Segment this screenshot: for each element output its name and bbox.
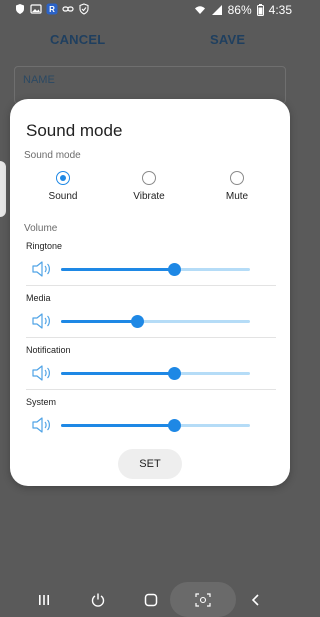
speaker-icon[interactable] xyxy=(31,364,51,382)
volume-system-label: System xyxy=(26,397,57,407)
edge-panel-handle[interactable] xyxy=(0,161,6,217)
radio-option-mute[interactable]: Mute xyxy=(202,171,272,211)
radio-sound[interactable] xyxy=(56,171,70,185)
back-icon xyxy=(251,593,259,606)
divider xyxy=(26,389,276,390)
speaker-icon[interactable] xyxy=(31,260,51,278)
home-icon xyxy=(144,593,158,606)
recents-icon xyxy=(39,594,49,605)
wifi-icon xyxy=(194,6,205,14)
radio-option-sound[interactable]: Sound xyxy=(28,171,98,211)
volume-media-label: Media xyxy=(26,293,51,303)
r-app-icon: R xyxy=(46,3,58,15)
volume-ringtone-label: Ringtone xyxy=(26,241,63,251)
volume-system-slider[interactable] xyxy=(61,419,250,432)
divider xyxy=(26,337,276,338)
volume-ringtone-thumb[interactable] xyxy=(168,263,182,276)
volume-system: System xyxy=(10,397,290,447)
shield-icon xyxy=(16,4,24,14)
power-icon xyxy=(91,593,105,607)
cancel-button[interactable]: CANCEL xyxy=(50,32,105,47)
volume-media-thumb[interactable] xyxy=(130,315,144,328)
screen-capture-button[interactable] xyxy=(183,582,223,617)
volume-ringtone-fill xyxy=(61,268,175,271)
radio-sound-label: Sound xyxy=(48,191,78,202)
screen: R 86% 4:35 CANCEL SAVE NAME Sound mode S… xyxy=(0,0,300,617)
battery-percent: 86% xyxy=(227,3,252,17)
volume-notification-fill xyxy=(61,372,175,375)
radio-option-vibrate[interactable]: Vibrate xyxy=(114,171,184,211)
background-appbar: CANCEL SAVE xyxy=(0,26,300,54)
power-button[interactable] xyxy=(78,582,118,617)
radio-vibrate[interactable] xyxy=(142,171,156,185)
screen-capture-icon xyxy=(195,592,211,607)
sound-mode-dialog: Sound mode Sound mode Sound Vibrate Mute… xyxy=(10,99,290,486)
image-icon xyxy=(30,4,42,14)
radio-vibrate-label: Vibrate xyxy=(133,191,165,202)
volume-system-thumb[interactable] xyxy=(168,419,182,432)
divider xyxy=(26,285,276,286)
radio-mute[interactable] xyxy=(230,171,244,185)
volume-ringtone-slider[interactable] xyxy=(61,263,250,276)
volume-notification-slider[interactable] xyxy=(61,367,250,380)
volume-ringtone: Ringtone xyxy=(10,241,290,291)
volume-system-fill xyxy=(61,424,175,427)
home-button[interactable] xyxy=(131,582,171,617)
save-button[interactable]: SAVE xyxy=(210,32,245,47)
recents-button[interactable] xyxy=(24,582,64,617)
back-button[interactable] xyxy=(236,582,276,617)
volume-notification-row xyxy=(10,361,290,385)
dialog-title: Sound mode xyxy=(26,121,123,140)
volume-media-row xyxy=(10,309,290,333)
radio-mute-label: Mute xyxy=(225,191,249,202)
link-icon xyxy=(62,6,74,12)
volume-ringtone-row xyxy=(10,257,290,281)
svg-text:R: R xyxy=(49,5,55,14)
status-left-icons: R xyxy=(14,3,90,15)
speaker-icon[interactable] xyxy=(31,312,51,330)
name-field-label: NAME xyxy=(23,74,55,86)
status-time: 4:35 xyxy=(268,3,292,17)
volume-notification-label: Notification xyxy=(26,345,71,355)
volume-notification: Notification xyxy=(10,345,290,395)
status-bar: R 86% 4:35 xyxy=(0,0,300,20)
speaker-icon[interactable] xyxy=(31,416,51,434)
battery-icon xyxy=(256,4,264,16)
signal-icon xyxy=(211,5,222,15)
navigation-bar xyxy=(0,582,300,617)
sound-mode-radio-group: Sound Vibrate Mute xyxy=(10,171,290,211)
volume-media-fill xyxy=(61,320,137,323)
volume-system-row xyxy=(10,413,290,437)
volume-section-label: Volume xyxy=(24,223,58,234)
sound-mode-section-label: Sound mode xyxy=(24,150,81,161)
status-right-icons: 86% 4:35 xyxy=(194,3,292,17)
set-button[interactable]: SET xyxy=(118,449,182,479)
check-shield-icon xyxy=(79,3,89,15)
volume-notification-thumb[interactable] xyxy=(168,367,182,380)
volume-media-slider[interactable] xyxy=(61,315,250,328)
volume-media: Media xyxy=(10,293,290,343)
